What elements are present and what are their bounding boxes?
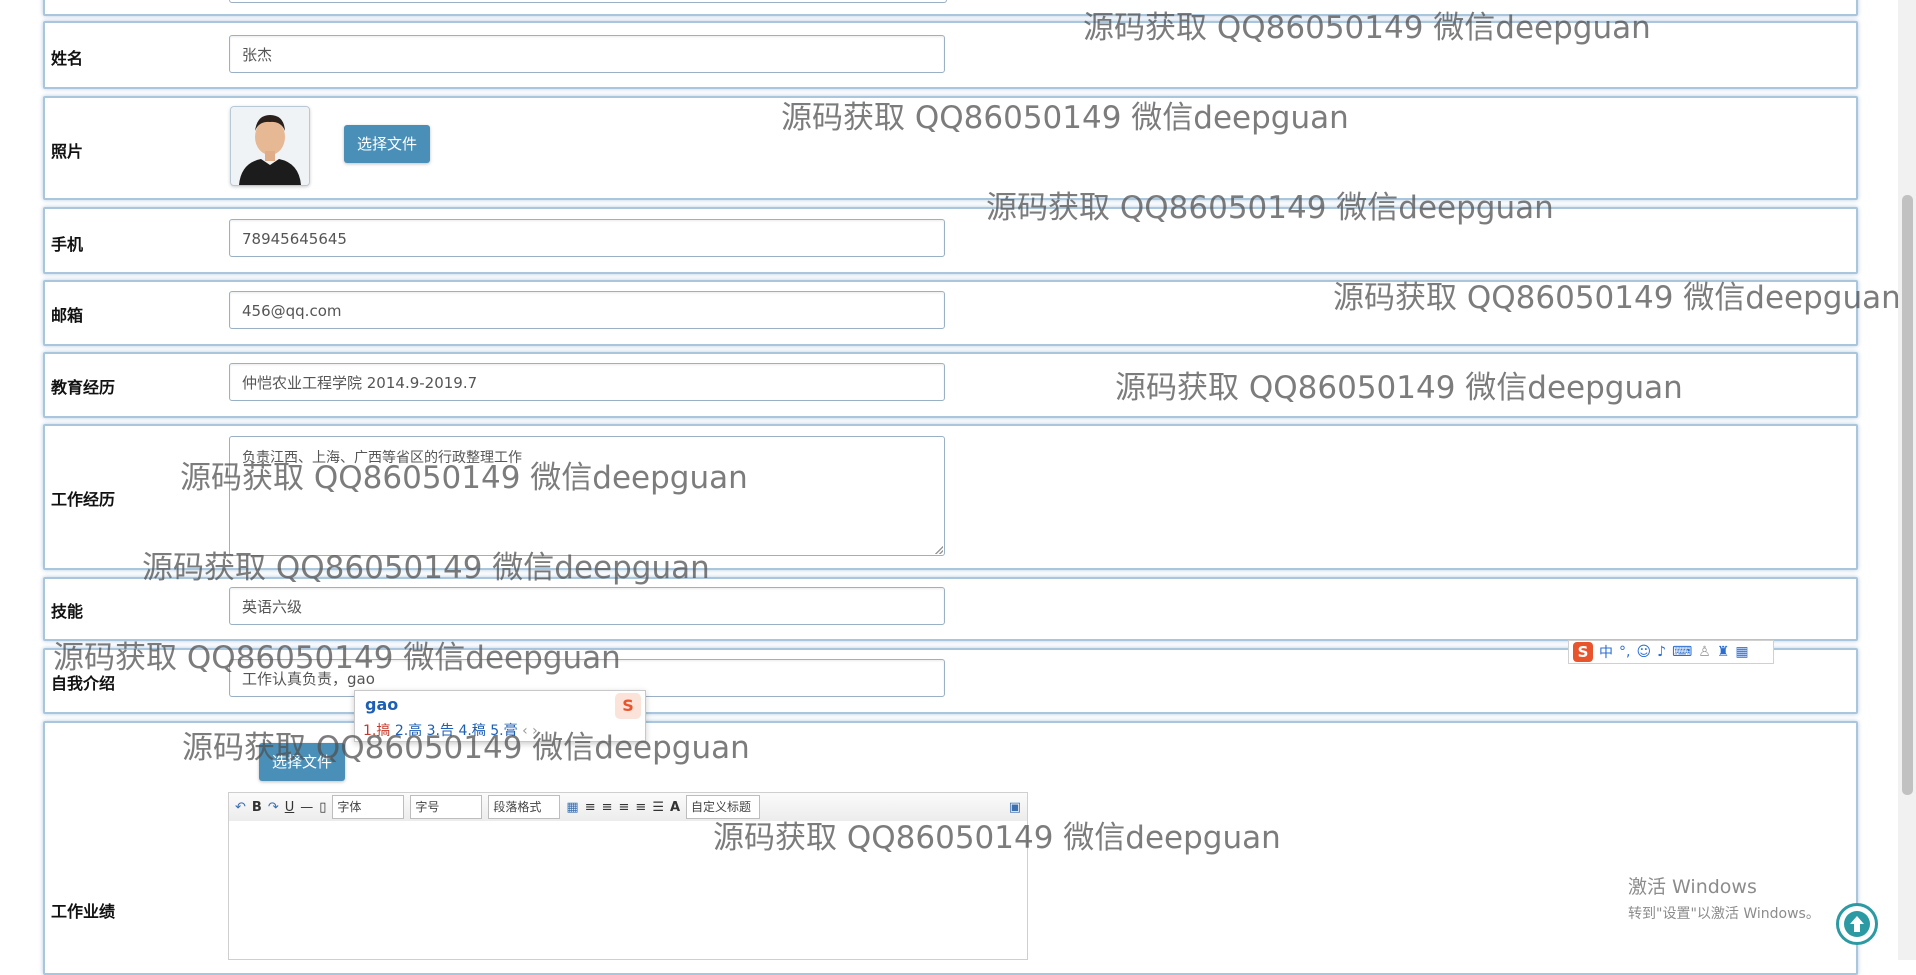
- list-icon[interactable]: ☰: [652, 800, 664, 815]
- achievement-label: 工作业绩: [51, 902, 116, 921]
- editor-content-area[interactable]: [228, 821, 1028, 960]
- education-label: 教育经历: [51, 378, 116, 397]
- form-row-photo: 照片 选择文件: [43, 96, 1858, 200]
- ime-candidate[interactable]: 5.膏: [490, 723, 517, 739]
- form-row-partial: [43, 0, 1858, 16]
- ime-candidate[interactable]: 1.搞: [363, 723, 390, 739]
- photo-choose-file-button[interactable]: 选择文件: [344, 125, 430, 163]
- work-text: 负责江西、上海、广西等省区的行政整理工作: [242, 450, 522, 466]
- avatar: [230, 106, 310, 186]
- name-input[interactable]: 张杰: [229, 35, 945, 73]
- windows-activation-hint: 转到"设置"以激活 Windows。: [1628, 906, 1820, 922]
- achievement-choose-file-button[interactable]: 选择文件: [259, 743, 345, 781]
- arrow-up-icon: [1844, 911, 1870, 937]
- work-textarea[interactable]: 负责江西、上海、广西等省区的行政整理工作: [229, 436, 945, 556]
- ime-next-icon[interactable]: ‹ ›: [522, 723, 538, 739]
- ime-punctuation-toggle[interactable]: °,: [1619, 644, 1630, 660]
- back-to-top-button[interactable]: [1836, 903, 1878, 945]
- editor-toolbar: ↶ B ↷ U — ▯ 字体 字号 段落格式 ▦ ≡ ≡ ≡ ≡ ☰ A 自定义…: [228, 792, 1028, 822]
- form-row-name: 姓名 张杰: [43, 21, 1858, 89]
- scrollbar-thumb[interactable]: [1902, 195, 1913, 795]
- ime-candidate[interactable]: 3.告: [427, 723, 454, 739]
- bold-button[interactable]: B: [252, 800, 262, 815]
- phone-label: 手机: [51, 235, 84, 254]
- fullscreen-icon[interactable]: ▣: [1009, 800, 1021, 815]
- ime-candidate-popup: gao S 1.搞 2.高 3.告 4.稿 5.膏 ‹ ›: [354, 690, 646, 742]
- horizontal-rule-icon[interactable]: —: [300, 800, 313, 815]
- ime-candidates: 1.搞 2.高 3.告 4.稿 5.膏 ‹ ›: [363, 720, 538, 740]
- intro-label: 自我介绍: [51, 674, 116, 693]
- ime-pinyin: gao: [365, 695, 399, 714]
- keyboard-icon[interactable]: ⌨: [1672, 644, 1692, 660]
- skin-icon[interactable]: ♜: [1717, 644, 1730, 660]
- form-row-phone: 手机 78945645645: [43, 207, 1858, 274]
- align-left-icon[interactable]: ≡: [585, 800, 596, 815]
- ime-candidate[interactable]: 2.高: [395, 723, 422, 739]
- align-center-icon[interactable]: ≡: [602, 800, 613, 815]
- font-family-select[interactable]: 字体: [332, 795, 405, 819]
- work-label: 工作经历: [51, 490, 116, 509]
- skills-input[interactable]: 英语六级: [229, 587, 945, 625]
- document-icon[interactable]: ▯: [319, 800, 326, 815]
- email-label: 邮箱: [51, 306, 84, 325]
- name-label: 姓名: [51, 49, 84, 68]
- form-row-skills: 技能 英语六级: [43, 577, 1858, 641]
- underline-button[interactable]: U: [285, 800, 295, 815]
- emoji-icon[interactable]: ☺: [1636, 644, 1651, 660]
- font-color-button[interactable]: A: [670, 800, 680, 815]
- skills-label: 技能: [51, 602, 84, 621]
- paragraph-format-select[interactable]: 段落格式: [488, 795, 561, 819]
- form-row-work: 工作经历 负责江西、上海、广西等省区的行政整理工作: [43, 424, 1858, 570]
- font-size-select[interactable]: 字号: [410, 795, 483, 819]
- form-row-education: 教育经历 仲恺农业工程学院 2014.9-2019.7: [43, 352, 1858, 418]
- windows-activation-title: 激活 Windows: [1628, 876, 1757, 898]
- photo-label: 照片: [51, 142, 84, 161]
- resume-edit-page: 姓名 张杰 照片 选择文件 手机 78945645645 邮箱 456@qq.c…: [0, 0, 1916, 975]
- microphone-icon[interactable]: ♪: [1657, 644, 1666, 660]
- form-row-email: 邮箱 456@qq.com: [43, 280, 1858, 346]
- redo-icon[interactable]: ↷: [268, 800, 279, 815]
- windows-activation-notice: 激活 Windows 转到"设置"以激活 Windows。: [1628, 872, 1820, 923]
- resize-grip-icon[interactable]: [935, 546, 943, 554]
- ime-language-toggle[interactable]: 中: [1599, 642, 1613, 662]
- user-icon[interactable]: ♙: [1698, 644, 1711, 660]
- table-icon[interactable]: ▦: [566, 800, 578, 815]
- email-input[interactable]: 456@qq.com: [229, 291, 945, 329]
- sogou-logo-icon[interactable]: S: [1573, 642, 1593, 662]
- sogou-logo-icon: S: [615, 693, 641, 719]
- education-input[interactable]: 仲恺农业工程学院 2014.9-2019.7: [229, 363, 945, 401]
- custom-title-select[interactable]: 自定义标题: [686, 795, 761, 819]
- ime-status-bar: S 中 °, ☺ ♪ ⌨ ♙ ♜ ▦: [1568, 640, 1774, 664]
- phone-input[interactable]: 78945645645: [229, 219, 945, 257]
- undo-icon[interactable]: ↶: [235, 800, 246, 815]
- ime-candidate[interactable]: 4.稿: [458, 723, 485, 739]
- align-justify-icon[interactable]: ≡: [635, 800, 646, 815]
- align-right-icon[interactable]: ≡: [619, 800, 630, 815]
- grid-menu-icon[interactable]: ▦: [1735, 644, 1748, 660]
